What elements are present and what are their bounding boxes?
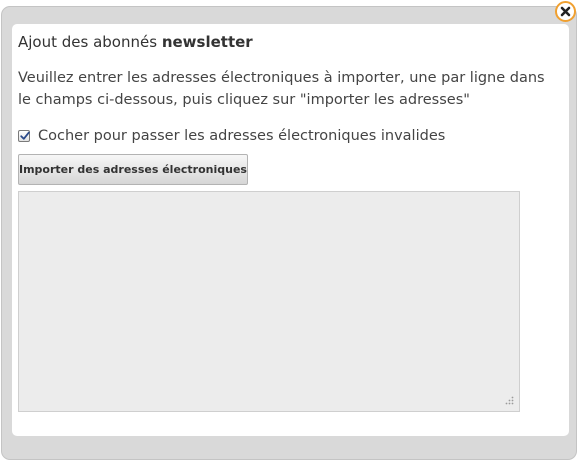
close-icon [560,6,571,17]
skip-invalid-row[interactable]: Cocher pour passer les adresses électron… [18,128,445,144]
dialog-title-bold: newsletter [161,33,253,51]
modal-content: Ajout des abonnés newsletter Veuillez en… [12,24,569,436]
import-addresses-button[interactable]: Importer des adresses électroniques [18,154,248,185]
resize-grip-icon[interactable] [504,396,514,406]
skip-invalid-checkbox[interactable] [18,130,30,142]
email-addresses-textarea[interactable] [18,191,520,412]
dialog-title-prefix: Ajout des abonnés [18,33,158,51]
checkmark-icon [20,131,30,140]
modal-dialog: Ajout des abonnés newsletter Veuillez en… [1,6,577,460]
skip-invalid-label: Cocher pour passer les adresses électron… [38,128,446,144]
dialog-title: Ajout des abonnés newsletter [18,33,253,51]
close-button[interactable] [555,1,576,22]
instructions-text: Veuillez entrer les adresses électroniqu… [18,70,545,108]
